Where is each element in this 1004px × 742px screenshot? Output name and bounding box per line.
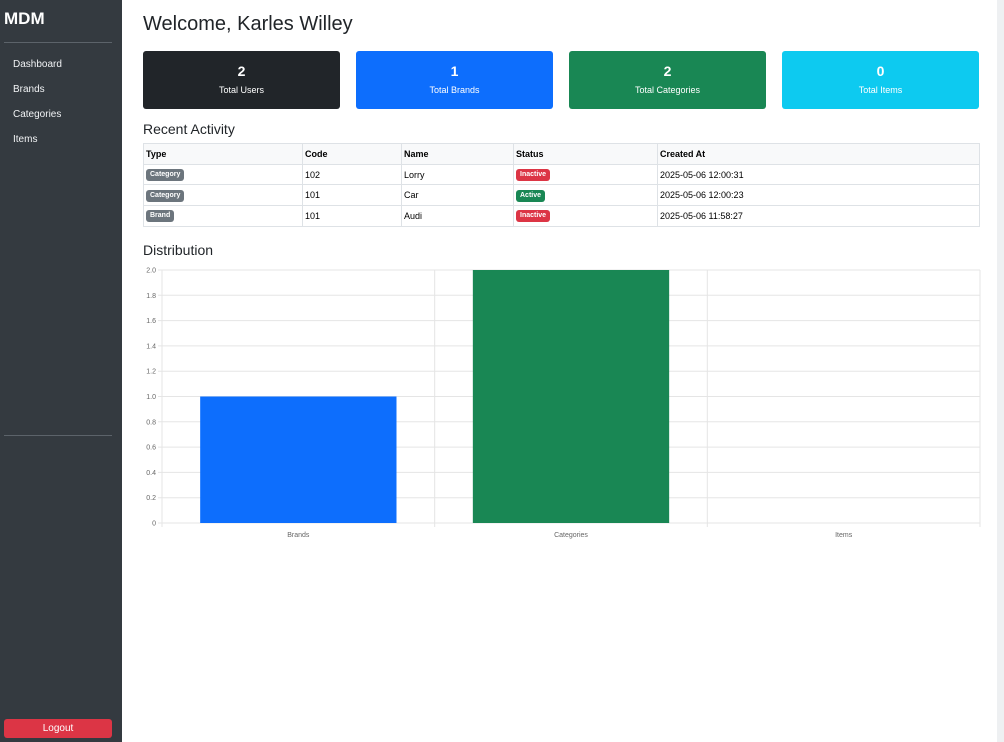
card-label: Total Categories bbox=[634, 85, 701, 95]
sidebar: MDM Dashboard Brands Categories Items Lo… bbox=[0, 0, 122, 742]
card-value: 2 bbox=[237, 63, 246, 79]
page-title: Welcome, Karles Willey bbox=[143, 13, 353, 35]
y-tick-label: 2.0 bbox=[146, 268, 156, 275]
status-badge: Inactive bbox=[516, 169, 551, 182]
distribution-title: Distribution bbox=[143, 242, 214, 258]
type-badge: Category bbox=[146, 169, 185, 182]
sidebar-divider-bottom bbox=[4, 435, 112, 436]
type-badge: Category bbox=[146, 189, 185, 202]
logout-button[interactable]: Logout bbox=[4, 719, 112, 738]
y-tick-label: 1.8 bbox=[146, 293, 156, 300]
column-header-status: Status bbox=[513, 143, 658, 165]
card-value: 1 bbox=[450, 63, 459, 79]
card-label: Total Brands bbox=[429, 85, 480, 95]
card-total-items: 0 Total Items bbox=[782, 51, 979, 109]
sidebar-item-categories[interactable]: Categories bbox=[13, 107, 62, 132]
distribution-chart: 0 0.2 0.4 0.6 0.8 1.0 1.2 1.4 1.6 1.8 2.0 Brands Cat… bbox=[146, 268, 981, 539]
name-cell: Car bbox=[401, 184, 514, 207]
type-cell: Brand bbox=[143, 205, 303, 227]
bar-brands[interactable] bbox=[200, 396, 397, 524]
card-total-brands: 1 Total Brands bbox=[356, 51, 553, 109]
column-header-name: Name bbox=[401, 143, 514, 165]
name-cell: Audi bbox=[401, 205, 514, 227]
sidebar-item-brands[interactable]: Brands bbox=[13, 82, 62, 107]
y-tick-label: 0 bbox=[152, 521, 156, 528]
sidebar-item-dashboard[interactable]: Dashboard bbox=[13, 57, 62, 82]
created-at-cell: 2025-05-06 11:58:27 bbox=[657, 205, 980, 227]
y-tick-label: 0.8 bbox=[146, 419, 156, 426]
app-logo[interactable]: MDM bbox=[4, 9, 45, 29]
y-tick-label: 1.0 bbox=[146, 394, 156, 401]
sidebar-divider-top bbox=[4, 42, 112, 43]
card-total-users: 2 Total Users bbox=[143, 51, 340, 109]
card-label: Total Items bbox=[858, 85, 903, 95]
table-header-row: Type Code Name Status Created At bbox=[143, 143, 980, 165]
card-value: 0 bbox=[876, 63, 885, 79]
bar-categories[interactable] bbox=[472, 270, 670, 523]
code-cell: 102 bbox=[302, 163, 402, 186]
y-tick-label: 1.4 bbox=[146, 343, 156, 350]
table-row: Brand 101 Audi Inactive 2025-05-06 11:58… bbox=[143, 205, 980, 227]
type-badge: Brand bbox=[146, 210, 175, 223]
type-cell: Category bbox=[143, 184, 303, 207]
created-at-cell: 2025-05-06 12:00:23 bbox=[657, 184, 980, 207]
y-tick-label: 0.6 bbox=[146, 445, 156, 452]
y-tick-label: 0.2 bbox=[146, 495, 156, 502]
x-tick-label: Categories bbox=[554, 532, 588, 539]
sidebar-nav: Dashboard Brands Categories Items bbox=[13, 57, 62, 157]
sidebar-item-items[interactable]: Items bbox=[13, 132, 62, 157]
column-header-code: Code bbox=[302, 143, 402, 165]
created-at-cell: 2025-05-06 12:00:31 bbox=[657, 163, 980, 186]
table-row: Category 102 Lorry Inactive 2025-05-06 1… bbox=[143, 163, 980, 186]
status-cell: Inactive bbox=[513, 205, 658, 227]
card-value: 2 bbox=[663, 63, 672, 79]
type-cell: Category bbox=[143, 163, 303, 186]
column-header-type: Type bbox=[143, 143, 303, 165]
status-cell: Active bbox=[513, 184, 658, 207]
y-tick-label: 1.2 bbox=[146, 369, 156, 376]
x-tick-label: Items bbox=[835, 532, 853, 539]
table-row: Category 101 Car Active 2025-05-06 12:00… bbox=[143, 184, 980, 207]
status-cell: Inactive bbox=[513, 163, 658, 186]
status-badge: Active bbox=[516, 189, 546, 202]
activity-table: Type Code Name Status Created At Categor… bbox=[143, 143, 980, 227]
recent-activity-title: Recent Activity bbox=[143, 121, 235, 137]
code-cell: 101 bbox=[302, 205, 402, 227]
y-tick-label: 1.6 bbox=[146, 318, 156, 325]
column-header-created-at: Created At bbox=[657, 143, 980, 165]
code-cell: 101 bbox=[302, 184, 402, 207]
name-cell: Lorry bbox=[401, 163, 514, 186]
card-label: Total Users bbox=[218, 85, 264, 95]
status-badge: Inactive bbox=[516, 210, 551, 223]
x-tick-label: Brands bbox=[287, 532, 310, 539]
main-content: Welcome, Karles Willey 2 Total Users 1 T… bbox=[122, 0, 997, 742]
y-tick-label: 0.4 bbox=[146, 470, 156, 477]
card-total-categories: 2 Total Categories bbox=[569, 51, 766, 109]
scrollbar-track[interactable] bbox=[997, 0, 1004, 742]
